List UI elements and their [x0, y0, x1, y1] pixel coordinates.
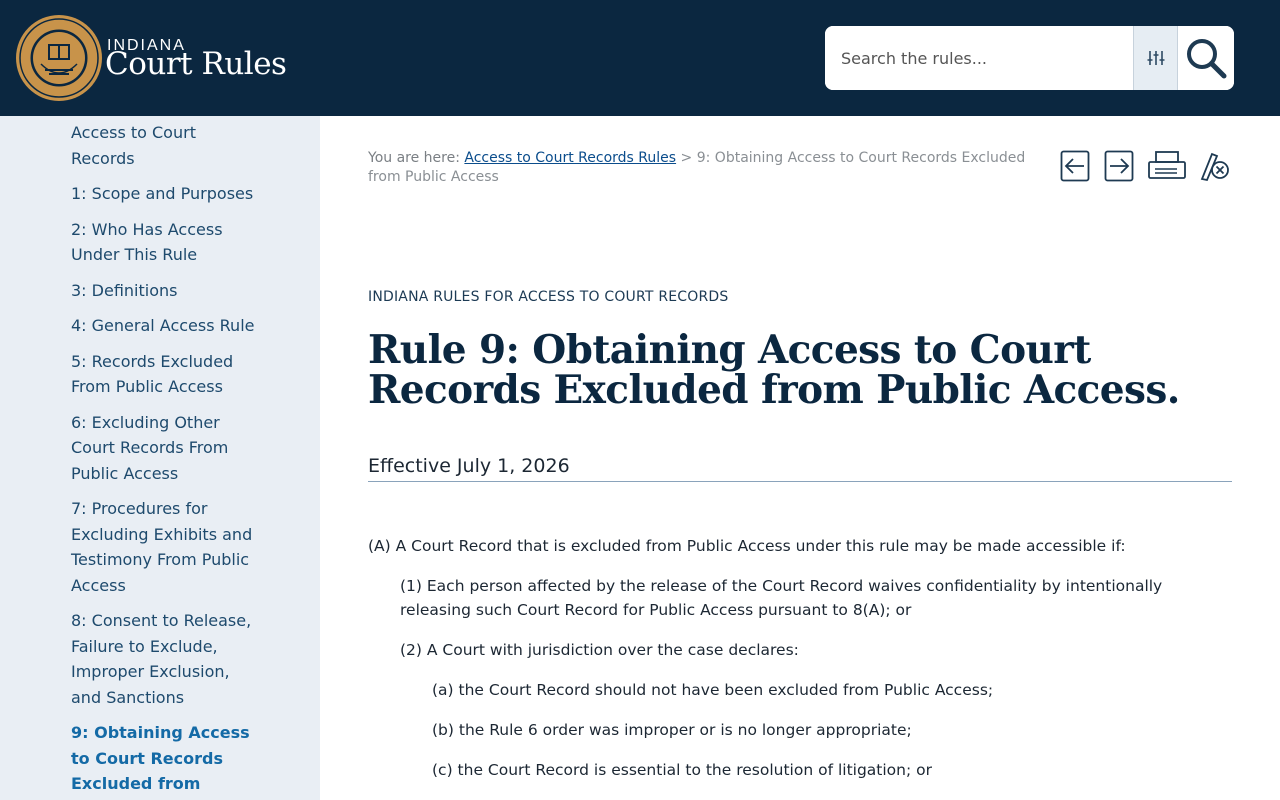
rule-paragraph-a: (A) A Court Record that is excluded from… — [368, 537, 1126, 555]
clear-highlight-button[interactable] — [1198, 148, 1232, 184]
sidebar-item-rule-1[interactable]: 1: Scope and Purposes — [71, 181, 261, 207]
magnifier-icon — [1187, 39, 1227, 79]
next-rule-icon — [1104, 150, 1134, 182]
effective-date: Effective July 1, 2026 — [368, 455, 1232, 482]
breadcrumb: You are here: Access to Court Records Ru… — [368, 149, 1038, 187]
breadcrumb-link[interactable]: Access to Court Records Rules — [464, 150, 676, 166]
sidebar-list: Access to Court Records 1: Scope and Pur… — [71, 120, 261, 800]
rule-body: (A) A Court Record that is excluded from… — [368, 534, 1234, 798]
sidebar-item-rule-9[interactable]: 9: Obtaining Access to Court Records Exc… — [71, 720, 261, 800]
rule-paragraph-a-1: (1) Each person affected by the release … — [400, 577, 1163, 619]
brand-large-text[interactable]: Court Rules — [105, 46, 287, 82]
indiana-supreme-court-seal-icon[interactable] — [15, 14, 103, 102]
rules-sidebar: Access to Court Records 1: Scope and Pur… — [0, 116, 320, 800]
search-filter-button[interactable] — [1133, 26, 1178, 90]
sliders-icon — [1147, 51, 1164, 65]
sidebar-item-rule-5[interactable]: 5: Records Excluded From Public Access — [71, 349, 261, 400]
site-header: INDIANA Court Rules — [0, 0, 1280, 116]
rule-paragraph-a-2: (2) A Court with jurisdiction over the c… — [400, 641, 799, 659]
search-box — [825, 26, 1234, 90]
main-content: You are here: Access to Court Records Ru… — [320, 116, 1280, 800]
page-title: Rule 9: Obtaining Access to Court Record… — [368, 327, 1180, 413]
next-rule-button[interactable] — [1104, 148, 1134, 184]
rule-set-label: INDIANA RULES FOR ACCESS TO COURT RECORD… — [368, 289, 729, 305]
rule-paragraph-a-2-a: (a) the Court Record should not have bee… — [432, 681, 994, 699]
sidebar-item-rule-2[interactable]: 2: Who Has Access Under This Rule — [71, 217, 261, 268]
rule-toolbar — [1060, 148, 1235, 186]
print-icon — [1148, 151, 1186, 179]
sidebar-item-rule-6[interactable]: 6: Excluding Other Court Records From Pu… — [71, 410, 261, 487]
clear-highlight-icon — [1200, 152, 1229, 182]
rule-paragraph-a-2-c: (c) the Court Record is essential to the… — [432, 761, 932, 779]
sidebar-item-rule-3[interactable]: 3: Definitions — [71, 278, 261, 304]
search-input[interactable] — [825, 26, 1133, 90]
sidebar-item-rule-8[interactable]: 8: Consent to Release, Failure to Exclud… — [71, 608, 261, 710]
previous-rule-button[interactable] — [1060, 148, 1090, 184]
breadcrumb-separator: > — [680, 150, 693, 166]
sidebar-item-rule-4[interactable]: 4: General Access Rule — [71, 313, 261, 339]
print-button[interactable] — [1147, 148, 1187, 184]
sidebar-item-rule-7[interactable]: 7: Procedures for Excluding Exhibits and… — [71, 496, 261, 598]
search-button[interactable] — [1178, 26, 1234, 90]
rule-paragraph-a-2-b: (b) the Rule 6 order was improper or is … — [432, 721, 912, 739]
sidebar-item-access-to-court-records[interactable]: Access to Court Records — [71, 120, 261, 171]
breadcrumb-prefix: You are here: — [368, 150, 460, 166]
previous-rule-icon — [1060, 150, 1090, 182]
